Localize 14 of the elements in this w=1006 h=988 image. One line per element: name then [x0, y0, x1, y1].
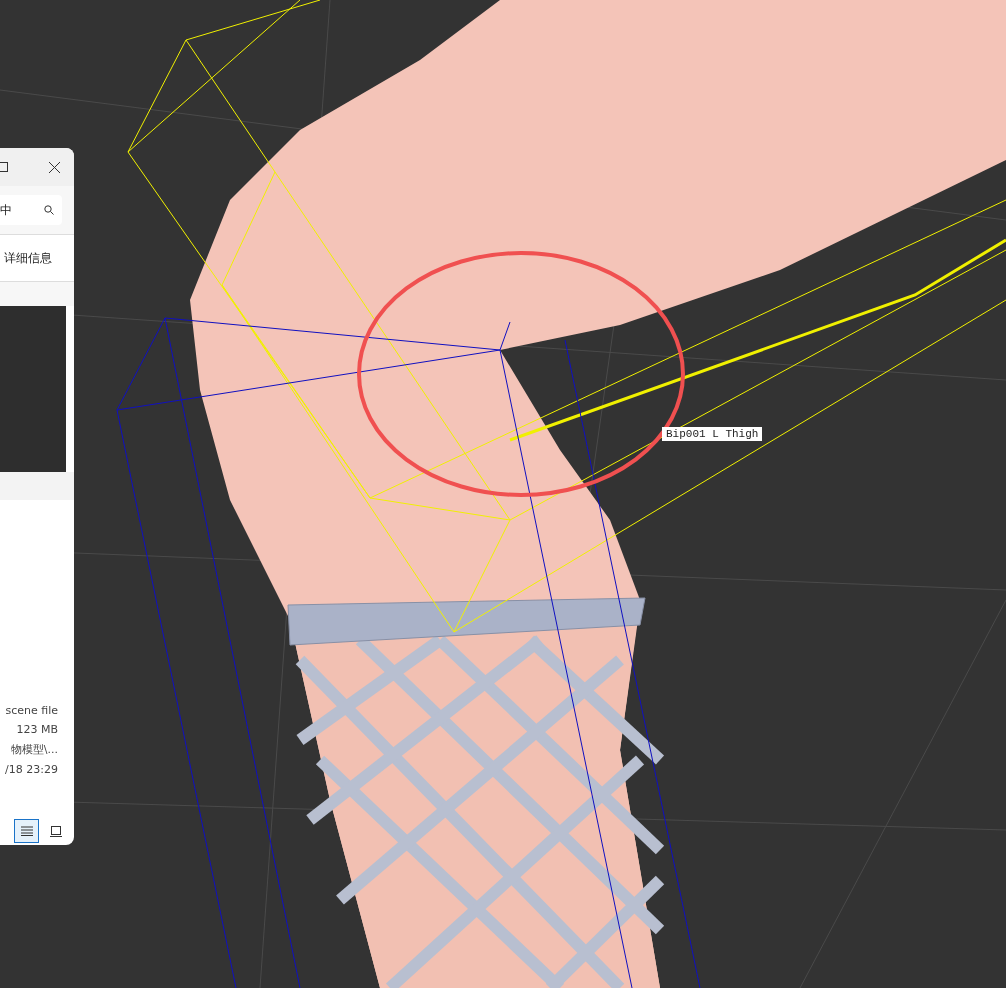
search-field[interactable]: 中	[0, 195, 62, 225]
maximize-icon[interactable]	[0, 162, 8, 172]
close-icon[interactable]	[49, 161, 60, 173]
bone-label: Bip001 L Thigh	[662, 427, 763, 441]
details-view-button[interactable]	[14, 819, 39, 843]
details-tab[interactable]: 详细信息	[4, 249, 52, 267]
search-icon	[44, 205, 54, 215]
detail-text: /18 23:29	[5, 763, 58, 776]
detail-text: scene file	[5, 704, 58, 717]
preview-pane-icon	[49, 825, 62, 837]
list-icon	[20, 826, 33, 836]
search-text: 中	[0, 201, 12, 219]
detail-text: 物模型\...	[10, 742, 58, 757]
detail-text: 123 MB	[16, 723, 58, 736]
